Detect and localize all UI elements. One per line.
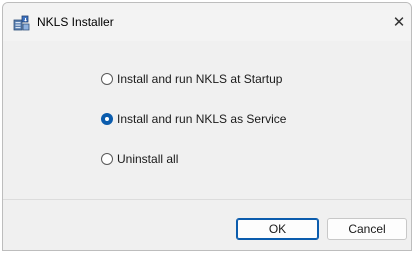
option-startup[interactable]: Install and run NKLS at Startup — [101, 72, 282, 86]
option-service-label: Install and run NKLS as Service — [117, 112, 287, 126]
option-service[interactable]: Install and run NKLS as Service — [101, 112, 286, 126]
options-panel: Install and run NKLS at Startup Install … — [3, 41, 411, 199]
installer-icon — [13, 15, 31, 31]
option-uninstall-label: Uninstall all — [117, 152, 179, 166]
window-title: NKLS Installer — [37, 15, 114, 29]
title-bar[interactable]: NKLS Installer ✕ — [3, 3, 411, 41]
radio-startup[interactable] — [101, 73, 113, 85]
cancel-button[interactable]: Cancel — [327, 218, 407, 240]
installer-window: NKLS Installer ✕ Install and run NKLS at… — [2, 2, 412, 251]
radio-uninstall[interactable] — [101, 153, 113, 165]
close-icon[interactable]: ✕ — [387, 3, 411, 41]
option-startup-label: Install and run NKLS at Startup — [117, 72, 283, 86]
option-uninstall[interactable]: Uninstall all — [101, 152, 178, 166]
radio-service[interactable] — [101, 113, 113, 125]
ok-button[interactable]: OK — [236, 218, 319, 240]
